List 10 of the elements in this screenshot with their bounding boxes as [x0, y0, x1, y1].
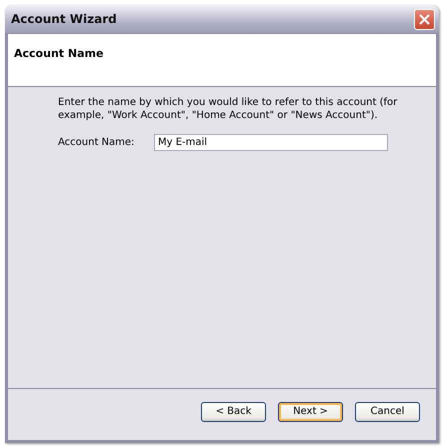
description-text: Enter the name by which you would like to refer to this account (for example, "Work Account", "Home Account" or "News Account"). — [58, 96, 398, 122]
account-name-field[interactable]: My E-mail — [154, 134, 388, 151]
close-button[interactable] — [414, 8, 435, 30]
window-title: Account Wizard — [11, 12, 117, 26]
wizard-button[interactable]: Cancel — [355, 402, 420, 422]
close-icon — [419, 14, 430, 24]
wizard-button[interactable]: < Back — [201, 402, 266, 422]
page-heading: Account Name — [14, 47, 104, 60]
field-label: Account Name: — [58, 137, 136, 148]
wizard-button[interactable]: Next > — [278, 402, 343, 422]
